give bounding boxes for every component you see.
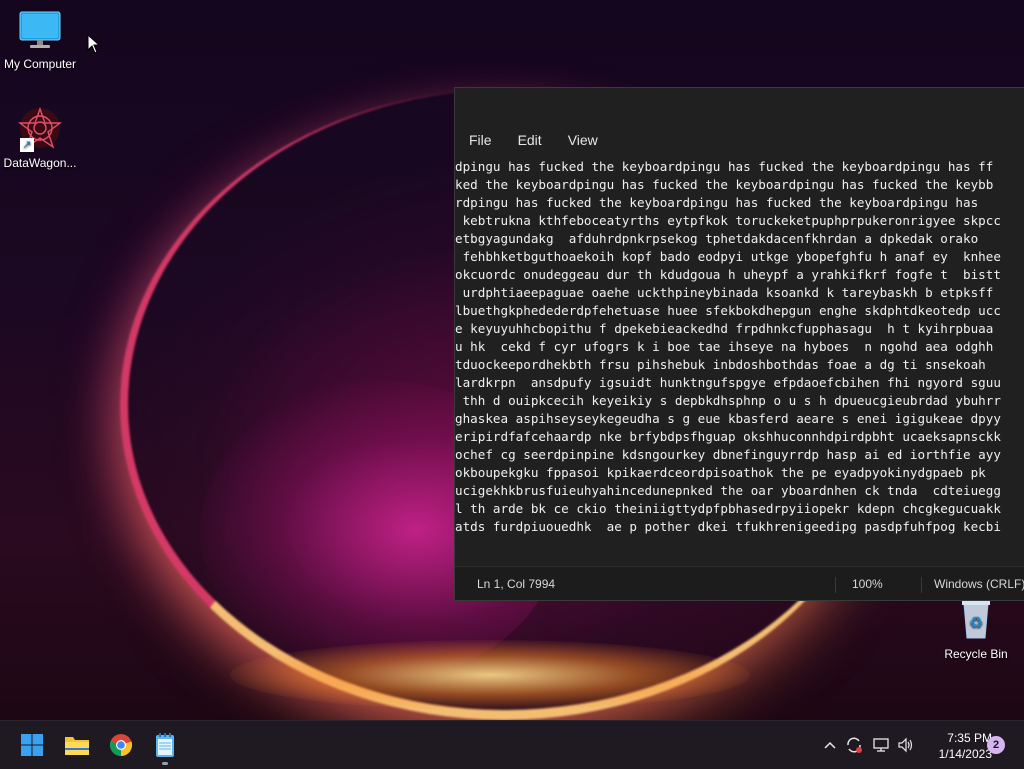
- datawagon-icon: ↗: [16, 106, 64, 152]
- network-icon[interactable]: [871, 735, 891, 755]
- desktop-icon-datawagon[interactable]: ↗ DataWagon...: [0, 106, 80, 170]
- notepad-taskbar-button[interactable]: [148, 729, 182, 765]
- clock-date: 1/14/2023: [938, 747, 992, 761]
- menu-file[interactable]: File: [469, 130, 506, 150]
- line-ending: Windows (CRLF): [921, 577, 1024, 593]
- notepad-icon: [156, 733, 174, 757]
- text-line: tduockeepordhekbth frsu pihshebuk inbdos…: [455, 357, 994, 372]
- monitor-icon: [0, 10, 80, 53]
- chrome-button[interactable]: [104, 729, 138, 761]
- text-line: fehbhketbguthoaekoih kopf bado eodpyi ut…: [455, 249, 1001, 264]
- text-line: lbuethgkphedederdpfehetuase huee sfekbok…: [455, 303, 1001, 318]
- sync-icon[interactable]: [844, 735, 864, 755]
- notification-badge[interactable]: 2: [987, 736, 1005, 754]
- text-line: atds furdpiuouedhk ae p pother dkei tfuk…: [455, 519, 1001, 534]
- text-line: eripirdfafcehaardp nke brfybdpsfhguap ok…: [455, 429, 1001, 444]
- text-line: dpingu has fucked the keyboardpingu has …: [455, 159, 994, 174]
- text-line: okcuordc onudeggeau dur th kdudgoua h uh…: [455, 267, 1001, 282]
- recycle-bin-icon: ♻: [936, 598, 1016, 643]
- text-line: u hk cekd f cyr ufogrs k i boe tae ihsey…: [455, 339, 994, 354]
- menu-view[interactable]: View: [568, 130, 612, 150]
- zoom-level: 100%: [835, 577, 922, 593]
- chrome-icon: [109, 734, 133, 757]
- active-indicator: [162, 762, 168, 765]
- text-line: okboupekgku fppasoi kpikaerdceordpisoath…: [455, 465, 994, 480]
- menu-edit[interactable]: Edit: [518, 130, 556, 150]
- desktop-icon-label: DataWagon...: [3, 156, 77, 170]
- text-line: urdphtiaeepaguae oaehe uckthpineybinada …: [455, 285, 994, 300]
- desktop-icon-my-computer[interactable]: My Computer: [0, 10, 80, 71]
- text-editor[interactable]: dpingu has fucked the keyboardpingu has …: [455, 158, 1024, 568]
- desktop-icon-recycle-bin[interactable]: ♻ Recycle Bin: [936, 598, 1016, 661]
- text-line: thh d ouipkcecih keyeikiy s depbkdhsphnp…: [455, 393, 1001, 408]
- mouse-cursor-icon: [87, 33, 101, 59]
- clock-time: 7:35 PM: [947, 731, 992, 745]
- volume-icon[interactable]: [896, 735, 916, 755]
- chevron-up-icon[interactable]: [820, 735, 840, 755]
- text-line: ghaskea aspihseyseykegeudha s g eue kbas…: [455, 411, 1001, 426]
- cursor-position: Ln 1, Col 7994: [477, 577, 556, 591]
- windows-logo-icon: [21, 734, 43, 756]
- text-line: ucigekhkbrusfuieuhyahincedunepnked the o…: [455, 483, 1001, 498]
- wallpaper-arc-glow: [230, 640, 750, 710]
- notepad-window[interactable]: File Edit View dpingu has fucked the key…: [454, 87, 1024, 601]
- shortcut-arrow-icon: ↗: [20, 138, 34, 152]
- text-line: ochef cg seerdpinpine kdsngourkey dbnefi…: [455, 447, 1001, 462]
- text-line: lardkrpn ansdpufy igsuidt hunktngufspgye…: [455, 375, 1001, 390]
- text-line: l th arde bk ce ckio theiniigttydpfpbhas…: [455, 501, 1001, 516]
- text-line: ked the keyboardpingu has fucked the key…: [455, 177, 994, 192]
- start-button[interactable]: [15, 729, 49, 761]
- system-clock[interactable]: 7:35 PM 1/14/2023: [918, 730, 992, 762]
- text-line: e keyuyuhhcbopithu f dpekebieackedhd frp…: [455, 321, 994, 336]
- desktop-icon-label: My Computer: [3, 57, 77, 71]
- desktop-icon-label: Recycle Bin: [944, 647, 1008, 661]
- taskbar: 7:35 PM 1/14/2023 2: [0, 720, 1024, 769]
- file-explorer-button[interactable]: [60, 729, 94, 761]
- text-line: kebtrukna kthfeboceatyrths eytpfkok toru…: [455, 213, 1001, 228]
- text-line: etbgyagundakg afduhrdpnkrpsekog tphetdak…: [455, 231, 986, 246]
- status-bar: Ln 1, Col 7994 100% Windows (CRLF): [455, 566, 1024, 600]
- menu-bar: File Edit View: [469, 130, 624, 150]
- svg-text:♻: ♻: [969, 613, 983, 632]
- text-line: rdpingu has fucked the keyboardpingu has…: [455, 195, 986, 210]
- folder-icon: [65, 737, 89, 755]
